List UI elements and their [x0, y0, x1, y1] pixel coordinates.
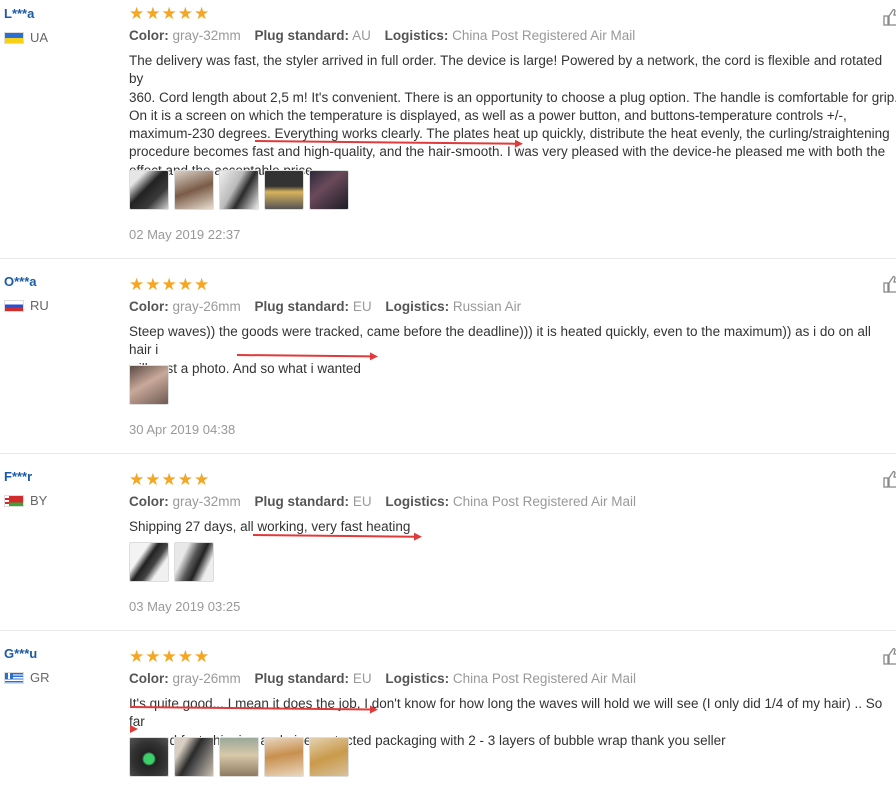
annotation-arrowhead: [130, 725, 138, 733]
reviewer-name: L***a: [4, 6, 35, 21]
review-item: F***r BY ★★★★★ Color: gray-32mm Plug sta…: [0, 454, 896, 631]
review-photo[interactable]: [174, 737, 214, 777]
review-item: L***a UA ★★★★★ Color: gray-32mm Plug sta…: [0, 0, 896, 259]
color-label: Color:: [129, 28, 169, 43]
logistics-value: China Post Registered Air Mail: [452, 494, 636, 509]
review-photo[interactable]: [219, 170, 259, 210]
order-attributes: Color: gray-26mm Plug standard: EU Logis…: [129, 671, 646, 686]
star-rating: ★★★★★: [129, 470, 211, 489]
flag-ru-icon: [4, 299, 24, 312]
logistics-value: China Post Registered Air Mail: [452, 671, 636, 686]
flag-ua-icon: [4, 31, 24, 44]
order-attributes: Color: gray-26mm Plug standard: EU Logis…: [129, 299, 531, 314]
review-photos: [129, 542, 214, 582]
review-photo[interactable]: [219, 737, 259, 777]
color-label: Color:: [129, 494, 169, 509]
review-text: Shipping 27 days, all working, very fast…: [129, 519, 411, 534]
review-photos: [129, 170, 349, 210]
review-photo[interactable]: [309, 737, 349, 777]
reviewer-name: O***a: [4, 274, 37, 289]
reviewer-info: G***u GR: [4, 646, 104, 685]
star-rating: ★★★★★: [129, 647, 211, 666]
plug-label: Plug standard:: [254, 28, 350, 43]
flag-gr-icon: [4, 671, 24, 684]
reviewer-info: L***a UA: [4, 6, 104, 45]
review-photo[interactable]: [174, 542, 214, 582]
review-date: 03 May 2019 03:25: [129, 599, 241, 614]
reviewer-info: O***a RU: [4, 274, 104, 313]
thumbs-up-icon[interactable]: [882, 8, 896, 26]
logistics-label: Logistics:: [385, 494, 450, 509]
review-date: 30 Apr 2019 04:38: [129, 422, 236, 437]
color-label: Color:: [129, 671, 169, 686]
color-value: gray-26mm: [172, 299, 241, 314]
review-date: 02 May 2019 22:37: [129, 227, 241, 242]
color-value: gray-26mm: [172, 671, 241, 686]
review-photo[interactable]: [174, 170, 214, 210]
reviewer-info: F***r BY: [4, 469, 104, 508]
review-photo[interactable]: [309, 170, 349, 210]
plug-label: Plug standard:: [254, 671, 350, 686]
color-label: Color:: [129, 299, 169, 314]
review-photos: [129, 365, 169, 405]
order-attributes: Color: gray-32mm Plug standard: EU Logis…: [129, 494, 646, 509]
logistics-label: Logistics:: [384, 28, 449, 43]
review-photos: [129, 737, 349, 777]
reviewer-name: F***r: [4, 469, 33, 484]
plug-value: EU: [352, 494, 372, 509]
review-photo[interactable]: [264, 170, 304, 210]
country-code: BY: [30, 493, 48, 508]
review-item: G***u GR ★★★★★ Color: gray-26mm Plug sta…: [0, 631, 896, 797]
star-rating: ★★★★★: [129, 275, 211, 294]
plug-label: Plug standard:: [254, 494, 350, 509]
review-item: O***a RU ★★★★★ Color: gray-26mm Plug sta…: [0, 259, 896, 454]
country-code: UA: [30, 30, 49, 45]
plug-value: EU: [352, 671, 372, 686]
review-photo[interactable]: [129, 737, 169, 777]
reviewer-name: G***u: [4, 646, 38, 661]
logistics-label: Logistics:: [385, 671, 450, 686]
reviewer-country: BY: [4, 493, 104, 508]
review-photo[interactable]: [264, 737, 304, 777]
review-photo[interactable]: [129, 542, 169, 582]
country-code: GR: [30, 670, 50, 685]
reviewer-country: UA: [4, 30, 104, 45]
thumbs-up-icon[interactable]: [882, 470, 896, 488]
logistics-label: Logistics:: [385, 299, 450, 314]
flag-by-icon: [4, 494, 24, 507]
review-photo[interactable]: [129, 170, 169, 210]
review-text: The delivery was fast, the styler arrive…: [129, 53, 896, 178]
star-rating: ★★★★★: [129, 4, 211, 23]
reviewer-country: RU: [4, 298, 104, 313]
reviewer-country: GR: [4, 670, 104, 685]
thumbs-up-icon[interactable]: [882, 647, 896, 665]
review-photo[interactable]: [129, 365, 169, 405]
country-code: RU: [30, 298, 49, 313]
plug-value: EU: [352, 299, 372, 314]
color-value: gray-32mm: [172, 28, 241, 43]
order-attributes: Color: gray-32mm Plug standard: AU Logis…: [129, 28, 645, 43]
review-text: Steep waves)) the goods were tracked, ca…: [129, 324, 871, 376]
plug-value: AU: [352, 28, 371, 43]
color-value: gray-32mm: [172, 494, 241, 509]
plug-label: Plug standard:: [254, 299, 350, 314]
thumbs-up-icon[interactable]: [882, 275, 896, 293]
logistics-value: China Post Registered Air Mail: [452, 28, 636, 43]
logistics-value: Russian Air: [452, 299, 522, 314]
